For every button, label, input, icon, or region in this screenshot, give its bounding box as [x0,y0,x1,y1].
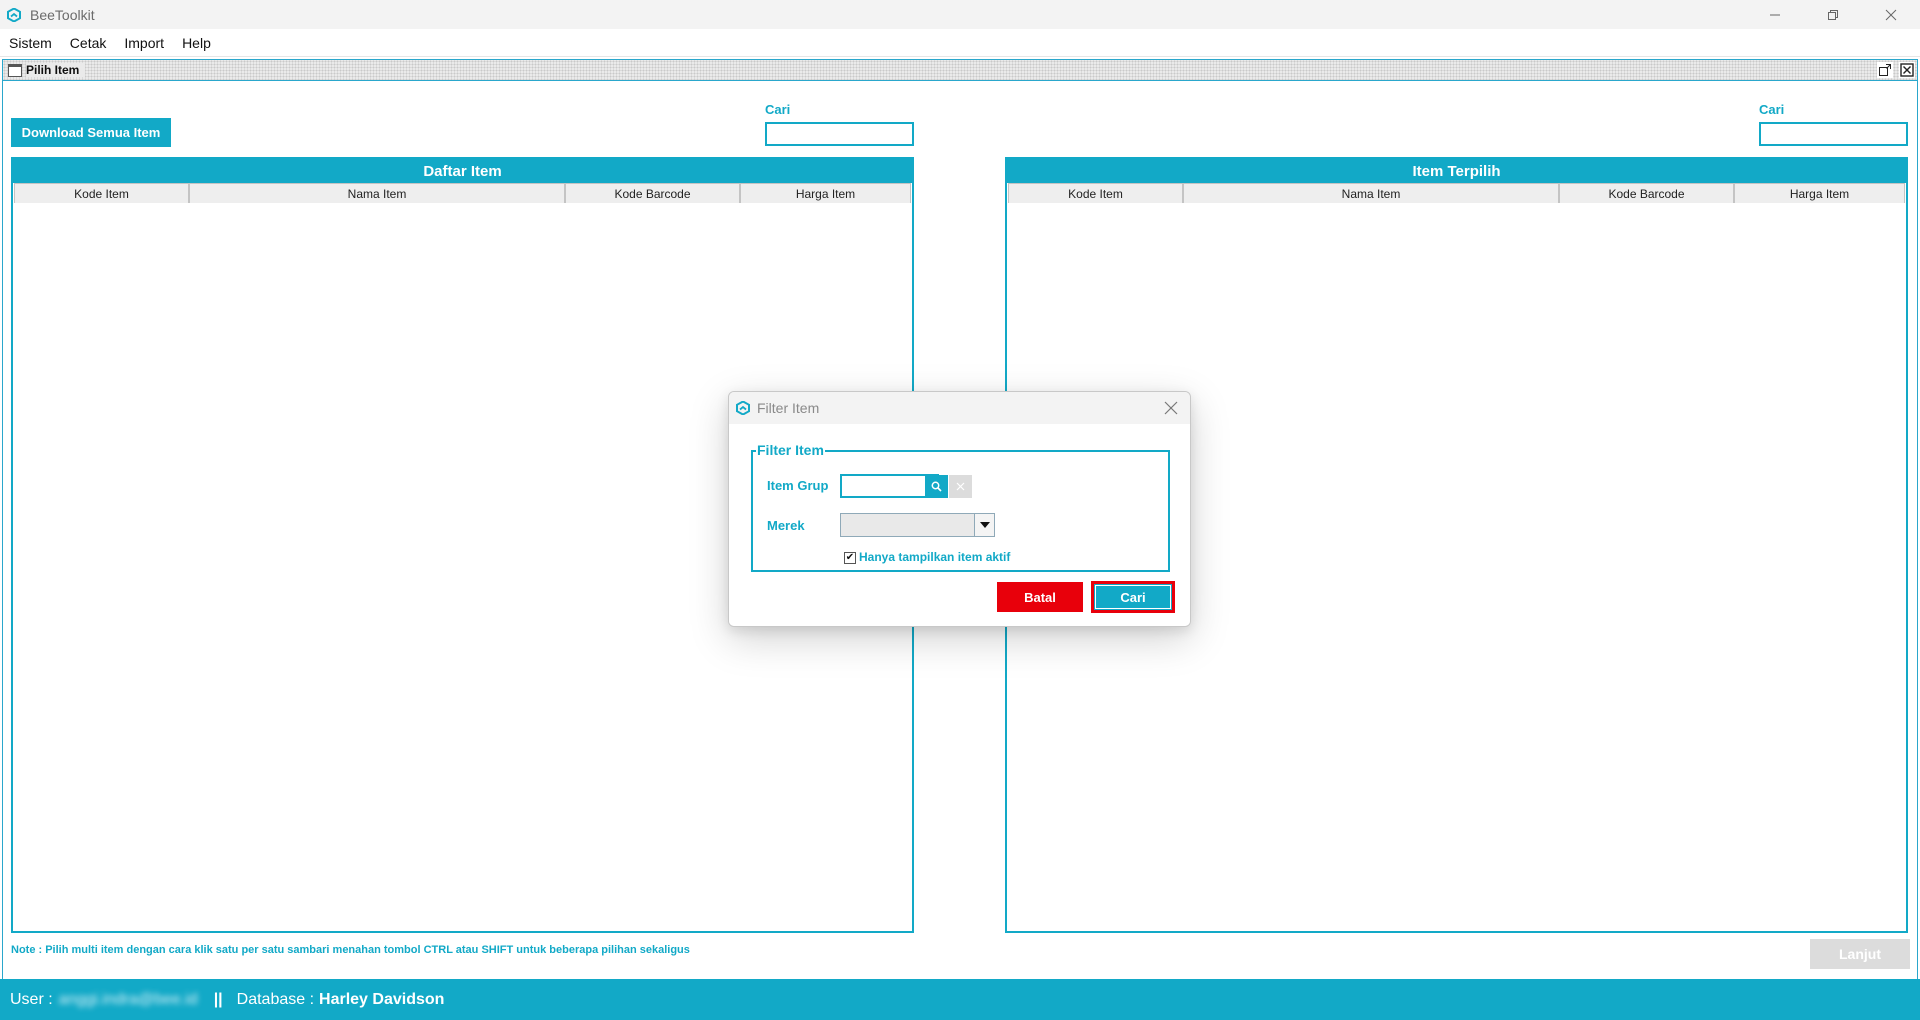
dialog-close-button[interactable] [1162,399,1180,417]
clear-icon [956,482,965,491]
column-header-harga-item[interactable]: Harga Item [1734,183,1905,203]
minimize-button[interactable] [1746,0,1804,29]
item-list-title: Daftar Item [13,159,912,183]
status-separator: || [213,990,223,1008]
database-label: Database : [236,990,315,1008]
restore-button[interactable] [1804,0,1862,29]
right-search-label: Cari [1759,102,1785,117]
dialog-title: Filter Item [757,400,820,416]
column-header-kode-item[interactable]: Kode Item [14,183,189,203]
column-header-nama-item[interactable]: Nama Item [189,183,565,203]
maximize-frame-button[interactable] [1877,62,1893,78]
item-group-label: Item Grup [767,478,829,493]
database-value: Harley Davidson [319,990,445,1008]
minimize-icon [1770,14,1780,15]
active-only-label[interactable]: Hanya tampilkan item aktif [859,550,1010,564]
bee-logo-icon [735,401,750,416]
close-frame-button[interactable] [1899,62,1915,78]
multi-select-note: Note : Pilih multi item dengan cara klik… [11,944,690,956]
internal-frame-header[interactable]: Pilih Item [2,59,1918,81]
left-search-input[interactable] [765,122,914,146]
item-group-clear-button[interactable] [949,475,972,498]
bee-logo-icon [6,7,22,23]
window-icon [8,63,22,77]
column-header-kode-item[interactable]: Kode Item [1008,183,1183,203]
user-label: User : [10,990,53,1008]
menu-cetak[interactable]: Cetak [61,35,116,51]
column-header-harga-item[interactable]: Harga Item [740,183,911,203]
next-button[interactable]: Lanjut [1810,939,1910,969]
column-header-kode-barcode[interactable]: Kode Barcode [565,183,740,203]
search-button[interactable]: Cari [1091,581,1175,613]
user-value: anggi.indra@bee.id [58,990,198,1008]
close-icon [1164,401,1178,415]
status-bar: User : anggi.indra@bee.id || Database : … [0,979,1920,1020]
item-group-search-button[interactable] [925,475,948,498]
filter-group-box: Filter Item Item Grup Merek ✔ Hanya tamp… [751,442,1170,572]
frame-title: Pilih Item [26,63,86,77]
close-window-button[interactable] [1862,0,1920,29]
column-header-nama-item[interactable]: Nama Item [1183,183,1559,203]
left-search-label: Cari [765,102,791,117]
app-title: BeeToolkit [30,6,95,23]
maximize-icon [1879,64,1891,76]
brand-label: Merek [767,518,805,533]
menu-sistem[interactable]: Sistem [0,35,61,51]
title-bar: BeeToolkit [0,0,1920,29]
menu-bar: Sistem Cetak Import Help [0,29,1920,57]
dialog-title-bar[interactable]: Filter Item [729,392,1190,424]
item-list-table-header: Kode Item Nama Item Kode Barcode Harga I… [14,183,911,203]
restore-icon [1828,9,1838,20]
menu-help[interactable]: Help [173,35,220,51]
dialog-body: Filter Item Item Grup Merek ✔ Hanya tamp… [729,424,1190,626]
search-icon [931,481,942,492]
menu-import[interactable]: Import [115,35,173,51]
cancel-button[interactable]: Batal [997,582,1083,612]
brand-select[interactable] [840,513,995,537]
filter-group-title: Filter Item [756,442,825,458]
close-icon [1885,9,1897,20]
chevron-down-icon[interactable] [974,514,994,536]
download-all-items-button[interactable]: Download Semua Item [11,118,171,147]
active-only-checkbox[interactable]: ✔ [844,552,856,564]
column-header-kode-barcode[interactable]: Kode Barcode [1559,183,1734,203]
filter-item-dialog: Filter Item Filter Item Item Grup Merek [728,391,1191,627]
selected-items-table-header: Kode Item Nama Item Kode Barcode Harga I… [1008,183,1905,203]
right-search-input[interactable] [1759,122,1908,146]
selected-items-title: Item Terpilih [1007,159,1906,183]
close-frame-icon [1900,63,1914,77]
